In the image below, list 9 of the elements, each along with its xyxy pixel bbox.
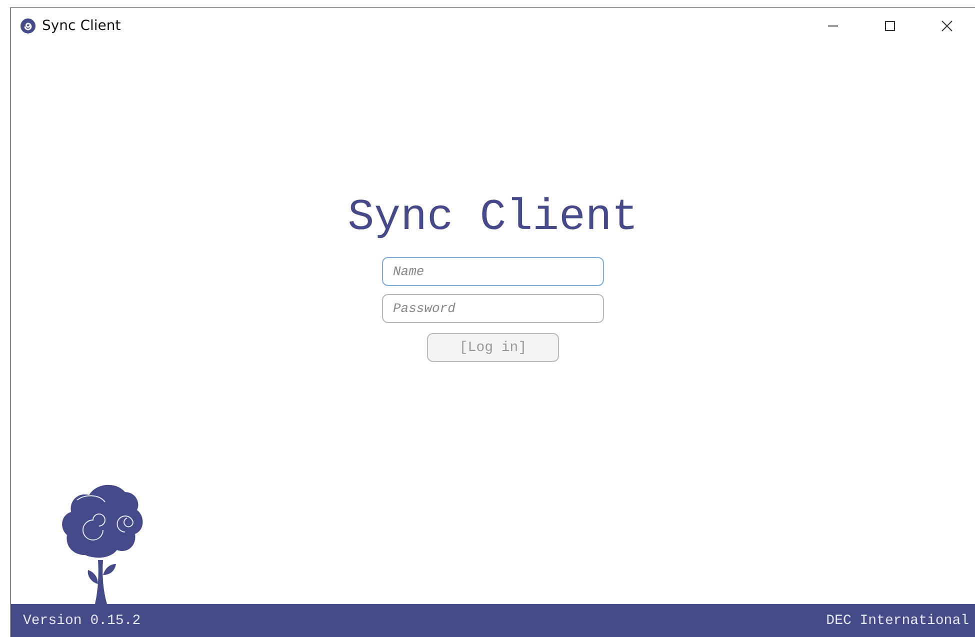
app-heading: Sync Client	[348, 192, 638, 245]
company-label: DEC International	[826, 612, 969, 628]
close-icon	[940, 20, 952, 32]
input-field[interactable]: Name	[382, 257, 604, 286]
input-field[interactable]: Password	[382, 294, 604, 323]
maximize-icon	[884, 20, 896, 32]
window-title: Sync Client	[42, 18, 121, 34]
version-label: Version 0.15.2	[23, 612, 141, 628]
app-logo-icon	[20, 18, 36, 34]
